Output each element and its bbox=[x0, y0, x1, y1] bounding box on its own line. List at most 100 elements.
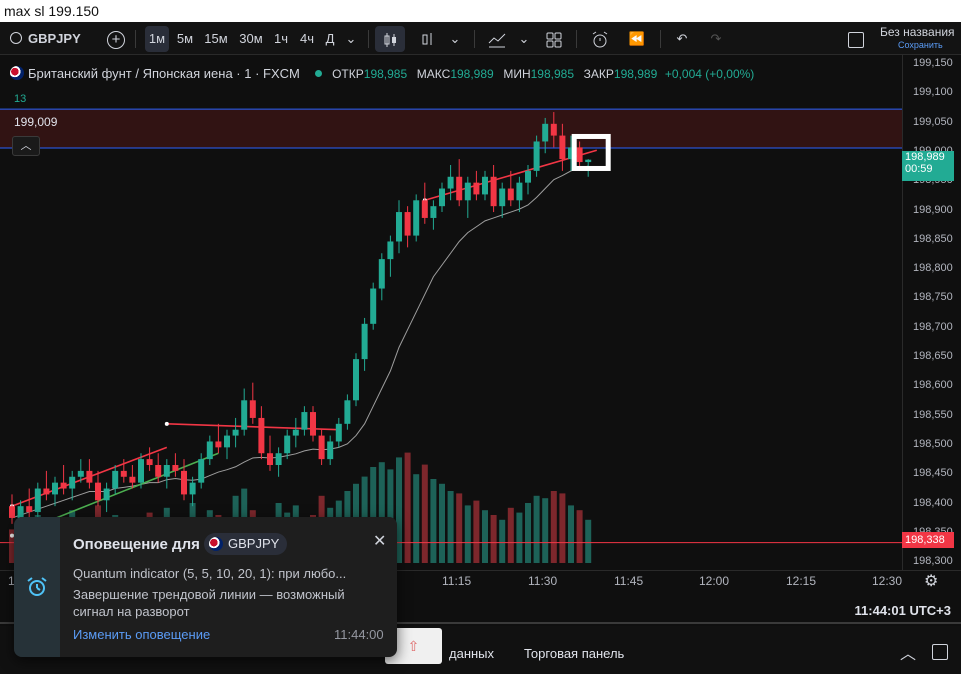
alert-button[interactable] bbox=[586, 26, 614, 52]
volume-bar bbox=[533, 495, 540, 563]
chart-type-button[interactable] bbox=[415, 26, 441, 52]
change-value: +0,004 (+0,00%) bbox=[664, 67, 755, 81]
candle-body bbox=[215, 441, 222, 448]
high-value: 198,989 bbox=[450, 67, 494, 81]
candle-body bbox=[413, 200, 420, 236]
candle-body bbox=[318, 435, 325, 460]
candle-body bbox=[559, 135, 566, 160]
candle-body bbox=[163, 465, 170, 477]
clock[interactable]: 11:44:01 UTC+3 bbox=[855, 603, 951, 618]
alert-notification[interactable]: Оповещение для GBPJPY ✕ Quantum indicato… bbox=[14, 517, 397, 657]
candle-body bbox=[361, 323, 368, 360]
candle-body bbox=[241, 400, 248, 430]
interval-1m[interactable]: 1м bbox=[145, 26, 169, 52]
candles-style-button[interactable] bbox=[375, 26, 405, 52]
redo-button[interactable]: ↷ bbox=[704, 26, 728, 52]
interval-d[interactable]: Д bbox=[320, 26, 340, 52]
edit-alert-link[interactable]: Изменить оповещение bbox=[73, 627, 210, 642]
indicators-button[interactable] bbox=[483, 26, 511, 52]
separator bbox=[474, 30, 475, 48]
replay-button[interactable]: ⏪ bbox=[624, 26, 650, 52]
volume-bar bbox=[421, 464, 428, 563]
price-tick-label: 199,100 bbox=[913, 86, 953, 99]
open-value: 198,985 bbox=[363, 67, 408, 81]
volume-bar bbox=[585, 519, 592, 563]
price-tick-label: 199,050 bbox=[913, 115, 953, 128]
candle-body bbox=[95, 482, 101, 501]
settings-gear-icon[interactable]: ⚙ bbox=[924, 571, 938, 591]
sl-price-badge: 198,338 bbox=[902, 532, 954, 548]
candle-body bbox=[378, 259, 385, 289]
candle-body bbox=[447, 176, 454, 189]
symbol-description[interactable]: Британский фунт / Японская иена · 1 · FX… bbox=[28, 66, 300, 81]
collapse-legend-button[interactable]: ︿ bbox=[12, 136, 40, 156]
candle-body bbox=[129, 476, 136, 483]
alert-message-line: Quantum indicator (5, 5, 10, 20, 1): при… bbox=[73, 566, 347, 581]
candle-body bbox=[335, 423, 342, 442]
interval-5m[interactable]: 5м bbox=[173, 26, 197, 52]
candle-body bbox=[550, 123, 557, 136]
candle-body bbox=[473, 182, 480, 195]
candle-body bbox=[258, 417, 265, 454]
time-label: 11:30 bbox=[528, 574, 558, 588]
undo-button[interactable]: ↶ bbox=[670, 26, 694, 52]
candle-body bbox=[499, 188, 506, 207]
open-label: ОТКР bbox=[332, 67, 364, 81]
candle-body bbox=[507, 188, 514, 201]
volume-bar bbox=[447, 491, 454, 563]
price-tick-label: 198,550 bbox=[913, 408, 953, 421]
indicators-dropdown[interactable]: ⌄ bbox=[515, 26, 533, 52]
close-alert-button[interactable]: ✕ bbox=[373, 531, 386, 551]
candle-body bbox=[585, 159, 592, 163]
price-chart[interactable] bbox=[0, 55, 902, 570]
chart-type-dropdown[interactable]: ⌄ bbox=[446, 26, 464, 52]
interval-15m[interactable]: 15м bbox=[201, 26, 231, 52]
candle-body bbox=[404, 212, 411, 236]
symbol-search[interactable]: GBPJPY bbox=[10, 26, 106, 52]
interval-4h[interactable]: 4ч bbox=[295, 26, 319, 52]
price-tick-label: 198,850 bbox=[913, 232, 953, 245]
layout-name[interactable]: Без названия bbox=[880, 25, 955, 39]
candle-body bbox=[77, 470, 84, 477]
chart-legend: Британский фунт / Японская иена · 1 · FX… bbox=[10, 66, 754, 81]
volume-bar bbox=[473, 500, 480, 563]
volume-bar bbox=[456, 493, 463, 563]
collapse-panel-button[interactable]: ︿ bbox=[900, 640, 916, 664]
square-icon bbox=[848, 31, 864, 48]
maximize-panel-button[interactable] bbox=[932, 644, 948, 660]
candle-body bbox=[533, 141, 540, 171]
candle-body bbox=[155, 465, 162, 477]
candle-body bbox=[284, 435, 291, 454]
current-price-badge: 198,989 00:59 bbox=[902, 151, 954, 181]
price-tick-label: 198,500 bbox=[913, 437, 953, 450]
volume-bar bbox=[507, 507, 514, 563]
intervals-dropdown[interactable]: ⌄ bbox=[342, 26, 360, 52]
candle-body bbox=[353, 359, 359, 401]
save-label[interactable]: Сохранить bbox=[898, 40, 943, 50]
alarm-clock-icon bbox=[27, 577, 47, 596]
interval-1h[interactable]: 1ч bbox=[269, 26, 293, 52]
alert-message-line: Завершение трендовой линии — возможный bbox=[73, 587, 345, 602]
candle-body bbox=[103, 488, 110, 501]
symbol-label: GBPJPY bbox=[28, 31, 81, 46]
chevron-down-icon: ⌄ bbox=[345, 31, 357, 46]
alert-symbol-chip[interactable]: GBPJPY bbox=[204, 533, 288, 555]
time-label: 11:45 bbox=[614, 574, 644, 588]
layout-button[interactable] bbox=[541, 26, 567, 52]
tab-data[interactable]: данных bbox=[449, 646, 494, 661]
layout-save-checkbox[interactable] bbox=[846, 26, 866, 52]
interval-30m[interactable]: 30м bbox=[235, 26, 267, 52]
price-tick-label: 198,400 bbox=[913, 496, 953, 509]
moving-average-line bbox=[11, 165, 589, 519]
candle-body bbox=[275, 453, 282, 465]
chevron-down-icon: ⌄ bbox=[449, 31, 461, 46]
candle-body bbox=[490, 176, 497, 207]
candle-body bbox=[224, 435, 230, 448]
alert-message-line: сигнал на разворот bbox=[73, 604, 190, 619]
bar-countdown: 00:59 bbox=[905, 163, 933, 175]
tab-trading-panel[interactable]: Торговая панель bbox=[524, 646, 624, 661]
compare-add-button[interactable]: + bbox=[105, 26, 127, 52]
high-label: МАКС bbox=[416, 67, 451, 81]
price-axis[interactable]: 199,150199,100199,050199,000198,950198,9… bbox=[902, 55, 961, 570]
indicators-icon bbox=[488, 33, 506, 48]
